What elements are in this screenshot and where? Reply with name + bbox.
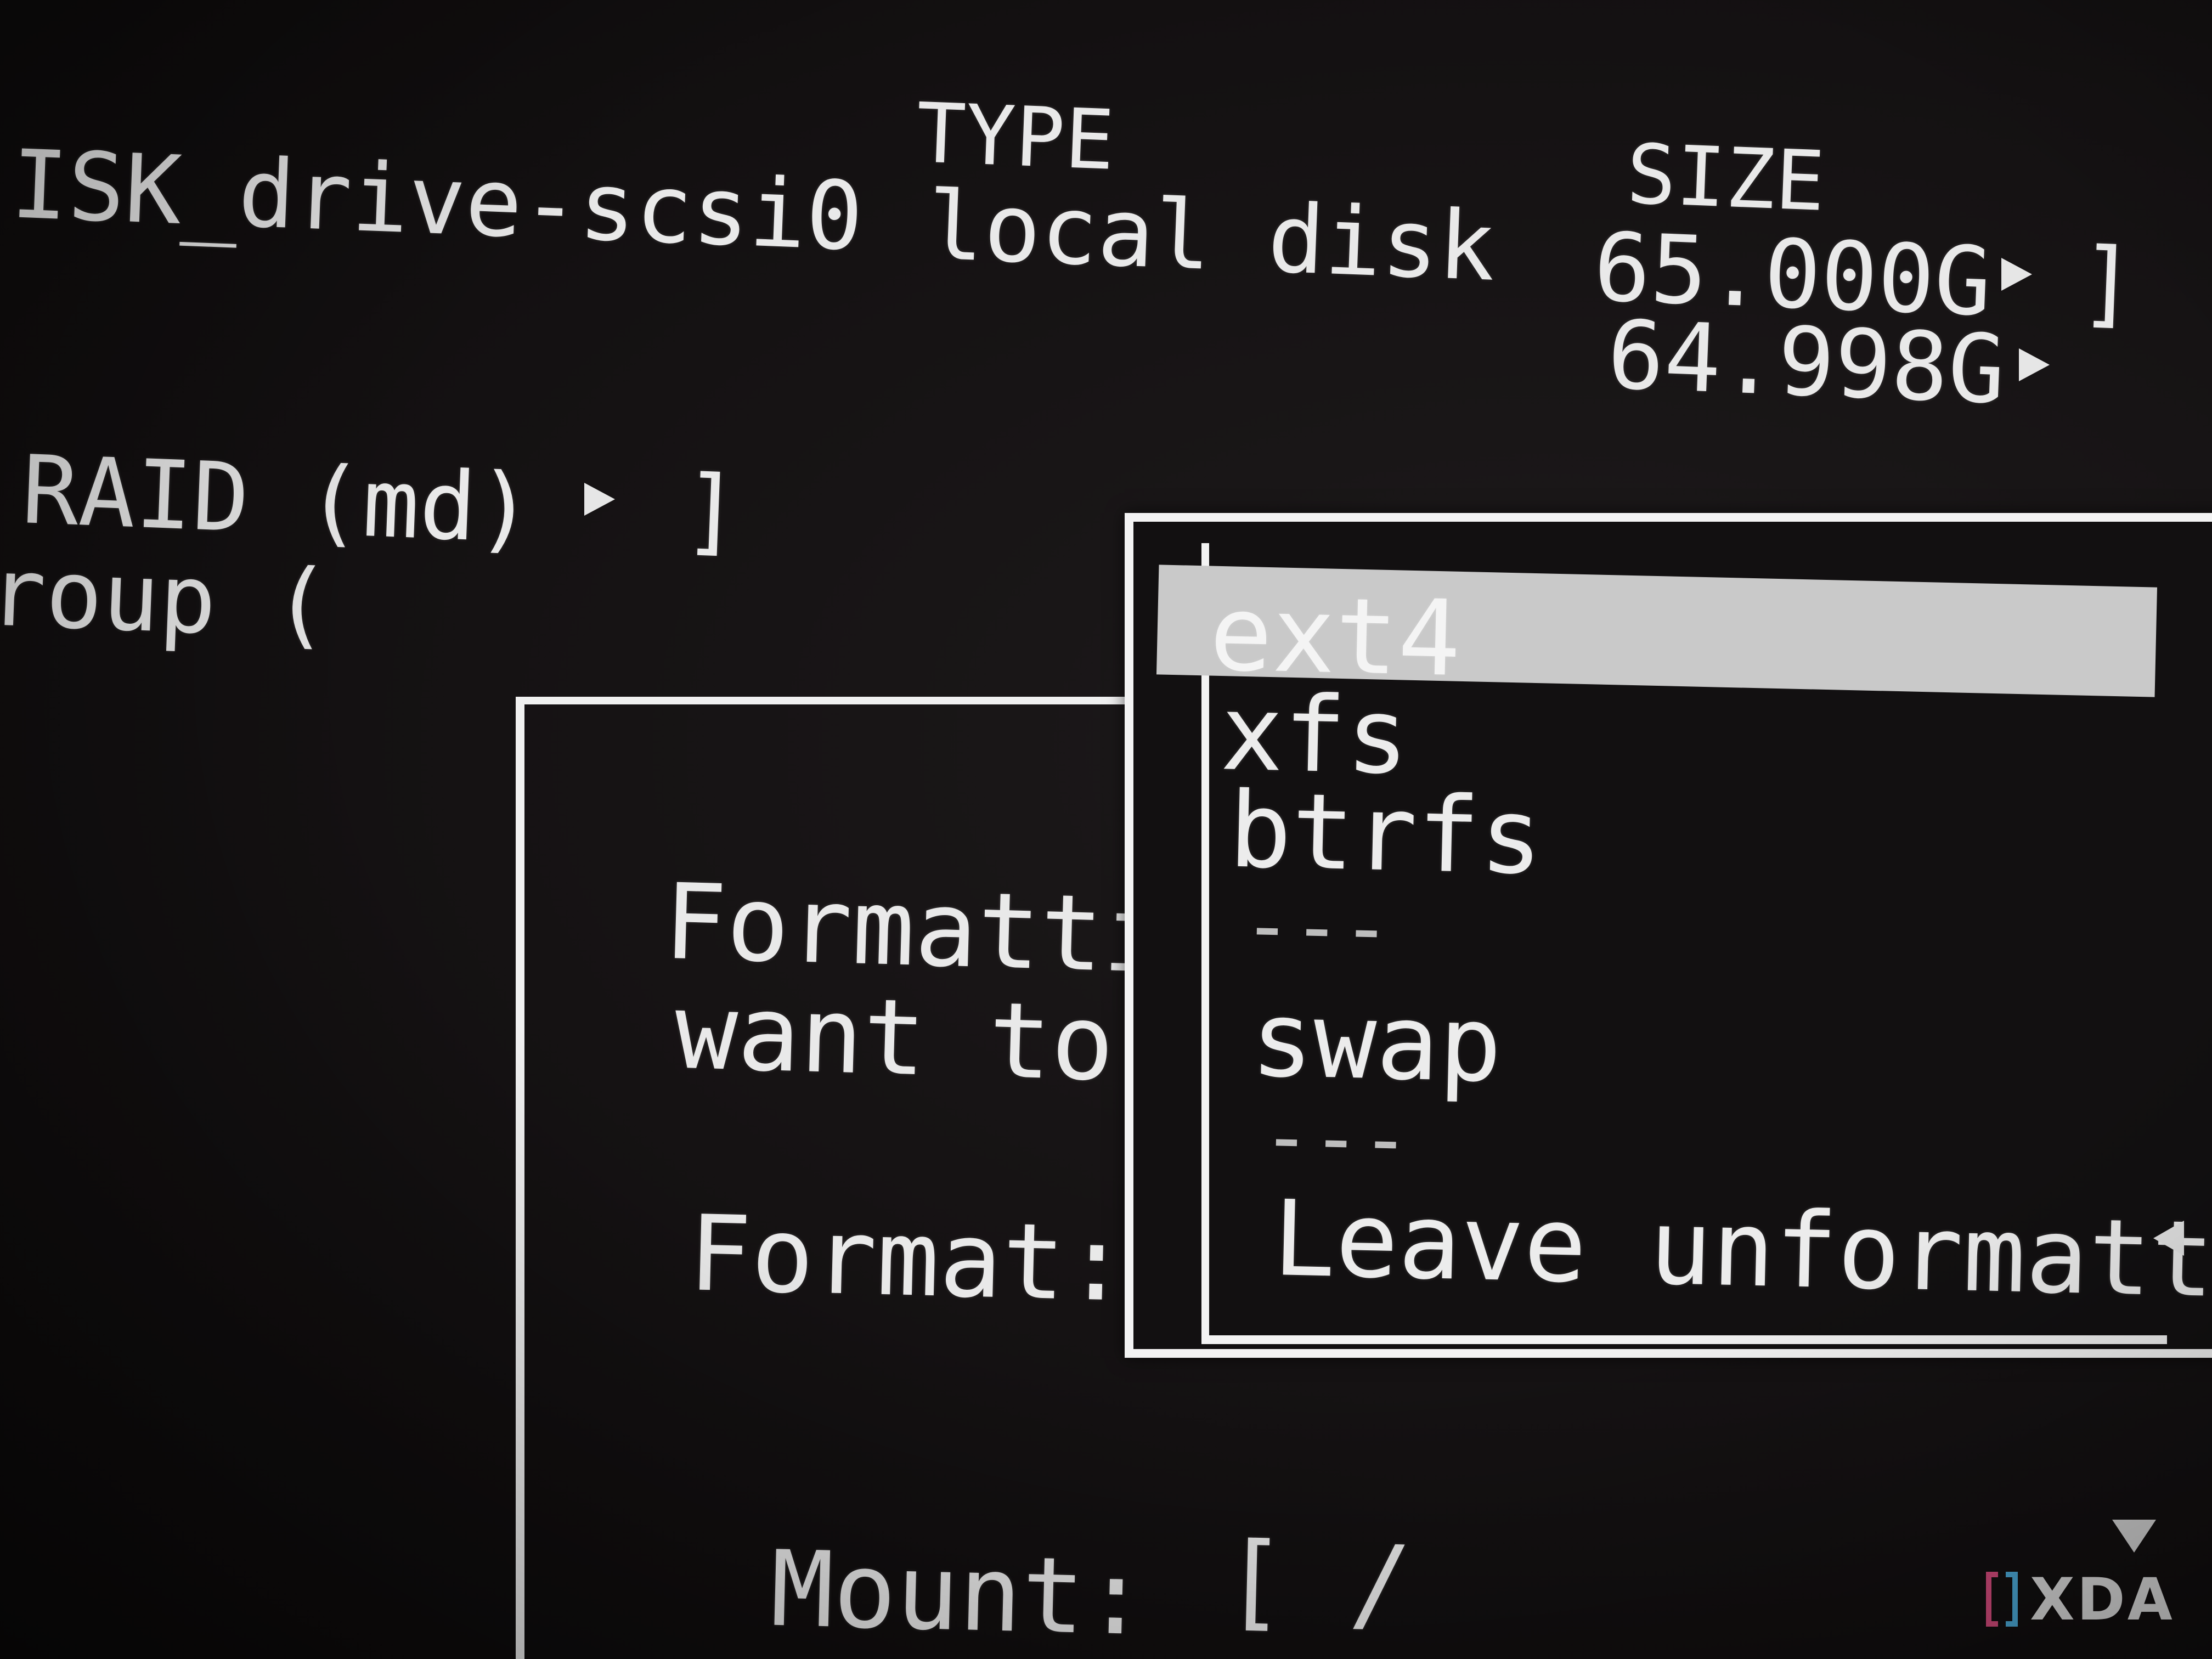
volume-group-label[interactable]: roup ( bbox=[0, 537, 332, 660]
terminal-screen: TYPE SIZE ISK_drive-scsi0 local disk 65.… bbox=[0, 0, 2212, 1659]
option-leave-unformatted[interactable]: Leave unformatted bbox=[1272, 1178, 2212, 1323]
xda-logo-text: XDA bbox=[2030, 1565, 2175, 1633]
option-swap[interactable]: swap bbox=[1250, 979, 1503, 1105]
raid-expand-icon[interactable] bbox=[584, 483, 615, 516]
mount-label: Mount: bbox=[769, 1528, 1149, 1659]
column-header-type: TYPE bbox=[914, 86, 1116, 189]
disk-expand-icon[interactable] bbox=[2001, 258, 2032, 291]
raid-row-bracket: ] bbox=[681, 454, 742, 567]
xda-logo-icon bbox=[1986, 1572, 2024, 1627]
option-separator-2: --- bbox=[1261, 1088, 1412, 1188]
format-label: Format: bbox=[687, 1193, 1130, 1325]
option-separator-1: --- bbox=[1242, 877, 1392, 977]
option-btrfs[interactable]: btrfs bbox=[1228, 770, 1544, 898]
mount-input[interactable]: [ / bbox=[1222, 1520, 1413, 1645]
partition-size: 64.998G bbox=[1605, 300, 2007, 425]
current-value-icon bbox=[2153, 1221, 2184, 1256]
xda-logo: XDA bbox=[1986, 1566, 2175, 1633]
partition-expand-icon[interactable] bbox=[2019, 348, 2050, 381]
disk-type: local disk bbox=[925, 170, 1498, 302]
disk-name: ISK_drive-scsi0 bbox=[9, 129, 865, 272]
column-header-size: SIZE bbox=[1624, 127, 1827, 230]
disk-row-bracket: ] bbox=[2077, 227, 2138, 339]
mount-dropdown-icon[interactable] bbox=[2112, 1520, 2156, 1553]
raid-label: RAID (md) bbox=[20, 435, 535, 565]
